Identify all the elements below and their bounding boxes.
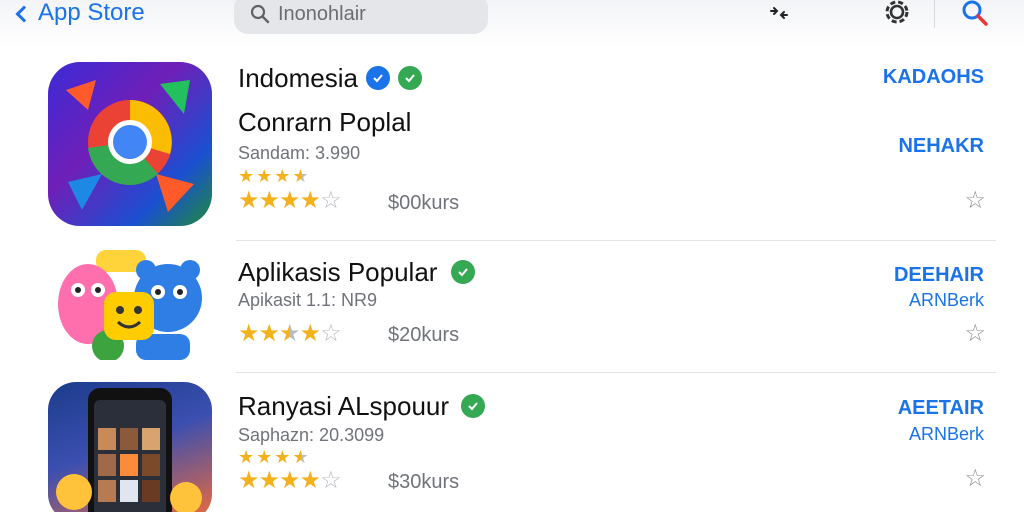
app-price: $20kurs: [388, 324, 460, 346]
app-row[interactable]: Indomesia Conrarn Poplal Sandam: 3.990 ★…: [0, 0, 1024, 240]
verified-badge-icon: [461, 394, 486, 418]
rating-stars: ★★★★☆: [238, 320, 342, 347]
verified-badge-icon: [397, 66, 422, 90]
app-icon[interactable]: [48, 248, 212, 360]
action-label[interactable]: ARNBerk: [909, 424, 984, 445]
verified-badge-icon: [451, 260, 476, 284]
app-subtitle: Conrarn Poplal: [238, 107, 412, 137]
app-title-text: Indomesia: [238, 62, 358, 93]
favorite-star-icon[interactable]: ☆: [964, 322, 986, 346]
action-label[interactable]: AEETAIR: [898, 397, 984, 420]
app-icon[interactable]: [48, 382, 212, 512]
app-title[interactable]: Ranyasi ALspouur: [238, 390, 486, 422]
app-title-text: Ranyasi ALspouur: [238, 390, 450, 421]
app-price: $30kurs: [388, 471, 460, 493]
app-price: $00kurs: [388, 192, 460, 214]
rating-stars: ★★★★☆: [238, 187, 342, 214]
app-row[interactable]: Aplikasis Popular Apikasit 1.1: NR9 ★★★★…: [0, 240, 1024, 372]
rating-stars: ★★★★☆: [238, 467, 342, 494]
favorite-star-icon[interactable]: ☆: [964, 189, 986, 213]
verified-badge-icon: [365, 66, 390, 90]
action-label[interactable]: ARNBerk: [909, 290, 984, 311]
app-title[interactable]: Aplikasis Popular: [238, 256, 476, 288]
app-meta: Apikasit 1.1: NR9: [238, 290, 378, 310]
app-meta: Saphazn: 20.3099: [238, 425, 385, 445]
action-label[interactable]: KADAOHS: [883, 66, 984, 89]
rating-stars-small: ★★★★: [238, 166, 311, 186]
app-icon[interactable]: [48, 62, 212, 226]
app-title[interactable]: Indomesia: [238, 62, 422, 94]
rating-stars-small: ★★★★: [238, 447, 311, 467]
favorite-star-icon[interactable]: ☆: [964, 467, 986, 491]
action-label[interactable]: NEHAKR: [898, 135, 984, 158]
app-title-text: Aplikasis Popular: [238, 256, 438, 287]
app-meta: Sandam: 3.990: [238, 143, 361, 163]
action-label[interactable]: DEEHAIR: [894, 264, 984, 287]
app-row[interactable]: Ranyasi ALspouur Saphazn: 20.3099 ★★★★ ★…: [0, 372, 1024, 512]
